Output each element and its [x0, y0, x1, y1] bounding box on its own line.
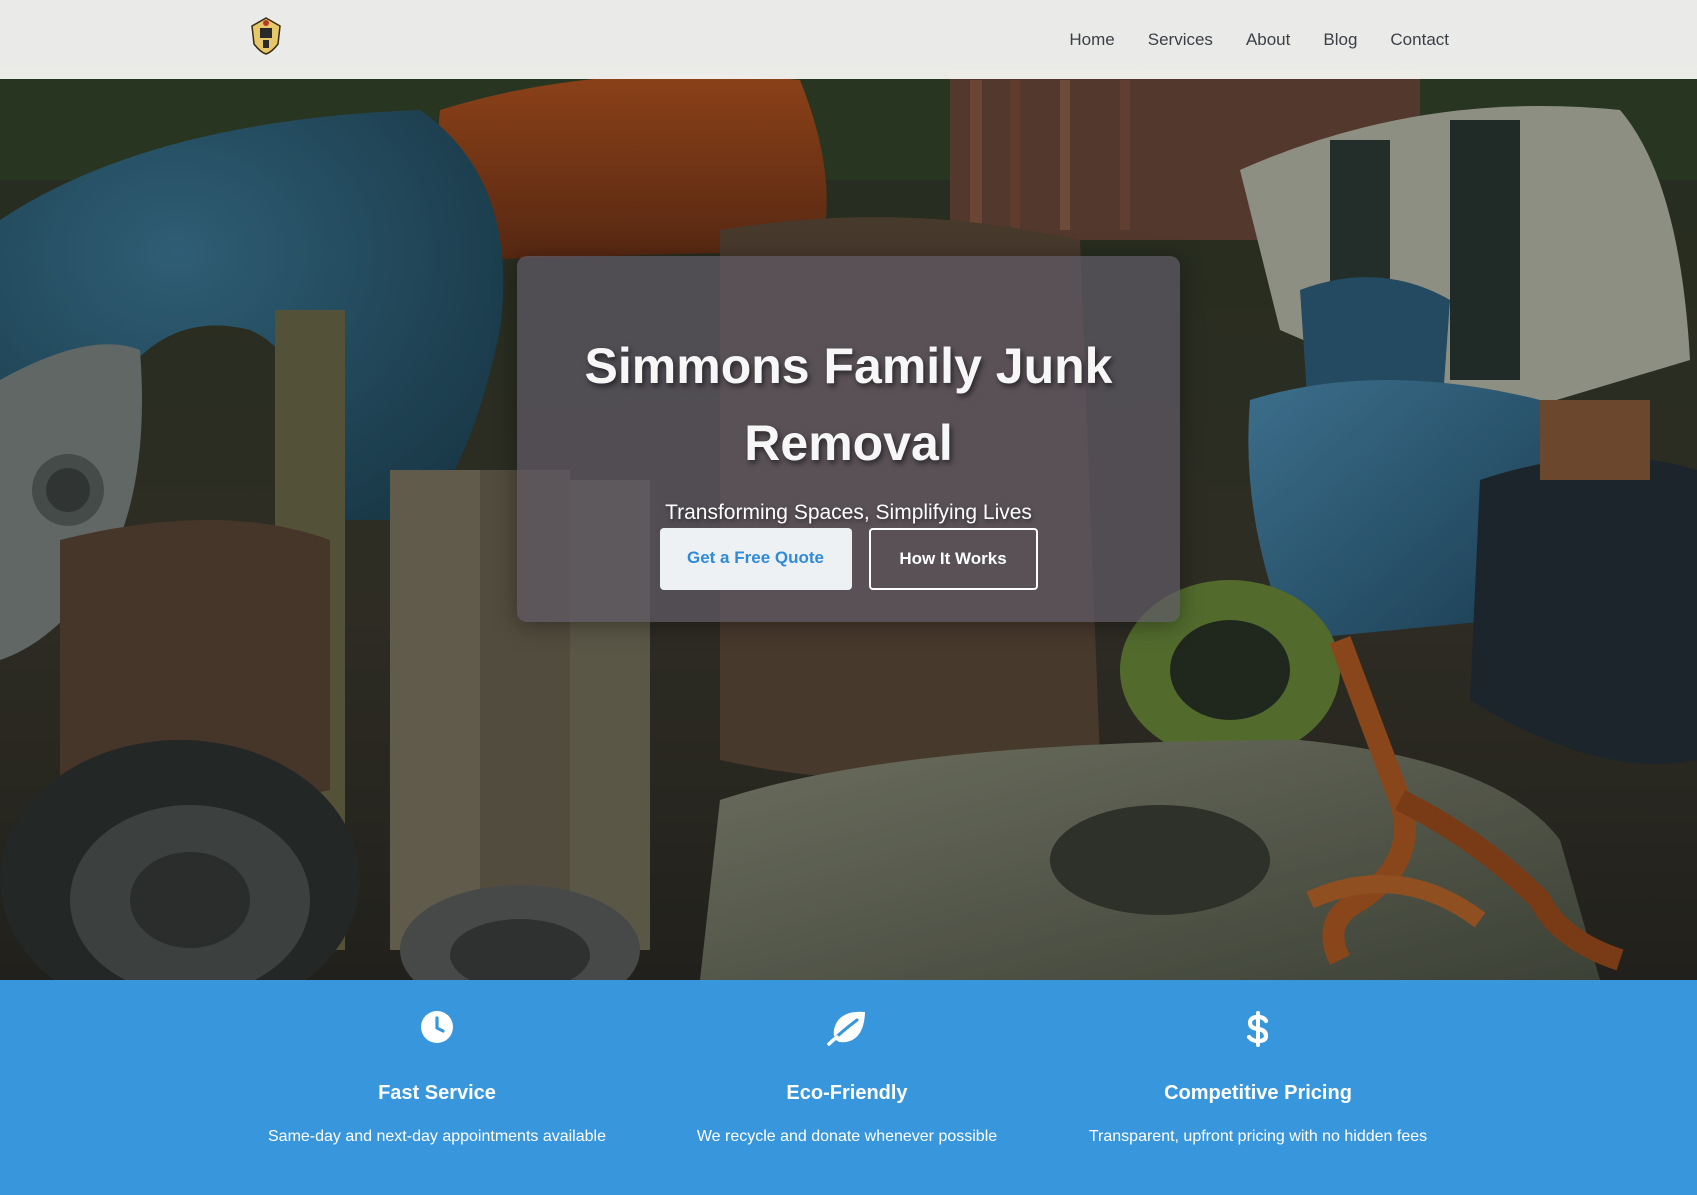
- hero-card: Simmons Family Junk Removal Transforming…: [517, 256, 1180, 622]
- page: Home Services About Blog Contact Simmons…: [0, 0, 1697, 1195]
- hero-title: Simmons Family Junk Removal: [584, 338, 1113, 471]
- main-nav: Home Services About Blog Contact: [1036, 0, 1697, 79]
- clock-icon: [417, 1010, 457, 1050]
- nav-link-contact[interactable]: Contact: [1390, 30, 1449, 50]
- how-it-works-button[interactable]: How It Works: [868, 528, 1038, 590]
- feature-description: We recycle and donate whenever possible: [696, 1128, 998, 1145]
- feature-title: Fast Service: [378, 1082, 496, 1104]
- feature-title: Competitive Pricing: [1164, 1082, 1352, 1104]
- dollar-icon: [1238, 1010, 1278, 1050]
- leaf-icon: [827, 1010, 867, 1050]
- feature-fast-service: Fast Service Same-day and next-day appoi…: [227, 980, 647, 1195]
- feature-title: Eco-Friendly: [786, 1082, 908, 1104]
- hero-subtitle: Transforming Spaces, Simplifying Lives: [665, 501, 1032, 524]
- feature-competitive-pricing: Competitive Pricing Transparent, upfront…: [1048, 980, 1468, 1195]
- get-free-quote-button[interactable]: Get a Free Quote: [659, 528, 852, 590]
- nav-link-about[interactable]: About: [1246, 30, 1290, 50]
- feature-description: Same-day and next-day appointments avail…: [268, 1128, 606, 1145]
- features-band: Fast Service Same-day and next-day appoi…: [0, 980, 1697, 1195]
- hero-cta-group: Get a Free Quote How It Works: [517, 528, 1180, 590]
- family-crest-logo[interactable]: [250, 16, 282, 56]
- feature-description: Transparent, upfront pricing with no hid…: [1088, 1128, 1428, 1145]
- feature-eco-friendly: Eco-Friendly We recycle and donate whene…: [637, 980, 1057, 1195]
- top-navbar: Home Services About Blog Contact: [0, 0, 1697, 79]
- nav-link-home[interactable]: Home: [1069, 30, 1114, 50]
- nav-link-services[interactable]: Services: [1148, 30, 1213, 50]
- nav-link-blog[interactable]: Blog: [1323, 30, 1357, 50]
